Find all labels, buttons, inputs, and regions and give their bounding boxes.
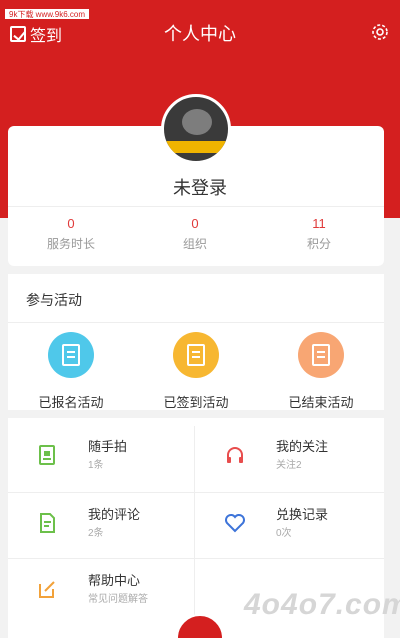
menu-item-redeem-history[interactable]: 兑换记录 0次 (196, 494, 376, 558)
stat-value: 0 (191, 216, 199, 231)
menu-item-title: 帮助中心 (88, 573, 141, 588)
menu-column-divider (194, 426, 195, 622)
ended-activities-label: 已结束活动 (288, 395, 354, 410)
registered-activities-label: 已报名活动 (38, 395, 104, 410)
corner-watermark: 4o4o7.com (244, 588, 400, 621)
menu-row-divider (8, 492, 384, 493)
menu-item-snapshot[interactable]: 随手拍 1条 (8, 426, 188, 490)
user-name[interactable]: 未登录 (0, 174, 400, 200)
checked-in-activities-icon (173, 332, 219, 378)
avatar-figure (182, 109, 212, 135)
settings-gear-icon[interactable] (370, 22, 390, 42)
stat-label: 积分 (306, 237, 331, 251)
menu-item-following[interactable]: 我的关注 关注2 (196, 426, 376, 490)
camera-doc-icon (39, 445, 55, 465)
menu-item-help-center[interactable]: 帮助中心 常见问题解答 (8, 560, 188, 624)
headphone-icon (227, 447, 243, 463)
stat-points[interactable]: 11 积分 (264, 216, 374, 252)
avatar-stripe (164, 141, 228, 153)
stat-label: 组织 (182, 237, 207, 251)
profile-divider (8, 206, 384, 207)
menu-item-subtitle: 常见问题解答 (88, 594, 148, 605)
menu-item-subtitle: 0次 (276, 528, 292, 539)
comment-doc-icon (40, 513, 55, 533)
avatar[interactable] (161, 94, 231, 164)
registered-activities-icon (48, 332, 94, 378)
stat-service-hours[interactable]: 0 服务时长 (16, 216, 126, 252)
menu-item-subtitle: 关注2 (276, 460, 302, 471)
menu-item-subtitle: 2条 (88, 528, 104, 539)
menu-item-title: 兑换记录 (276, 507, 329, 522)
menu-item-comments[interactable]: 我的评论 2条 (8, 494, 188, 558)
checked-in-activities-label: 已签到活动 (163, 395, 229, 410)
ended-activities-icon (298, 332, 344, 378)
site-watermark: 9k下载 www.9k6.com (4, 8, 91, 20)
edit-icon (39, 581, 55, 598)
menu-item-title: 我的评论 (88, 507, 141, 522)
activities-title: 参与活动 (26, 292, 82, 308)
stat-label: 服务时长 (46, 237, 95, 251)
menu-item-title: 我的关注 (276, 439, 329, 454)
registered-activities-button[interactable]: 已报名活动 (21, 332, 121, 411)
activities-divider (8, 322, 384, 323)
checked-in-activities-button[interactable]: 已签到活动 (146, 332, 246, 411)
menu-row-divider (8, 558, 384, 559)
menu-item-title: 随手拍 (88, 439, 128, 454)
menu-item-subtitle: 1条 (88, 460, 104, 471)
heart-icon (225, 514, 245, 533)
page-title: 个人中心 (164, 24, 236, 44)
stat-organization[interactable]: 0 组织 (140, 216, 250, 252)
stat-value: 0 (67, 216, 75, 231)
ended-activities-button[interactable]: 已结束活动 (271, 332, 371, 411)
stat-value: 11 (312, 216, 326, 231)
